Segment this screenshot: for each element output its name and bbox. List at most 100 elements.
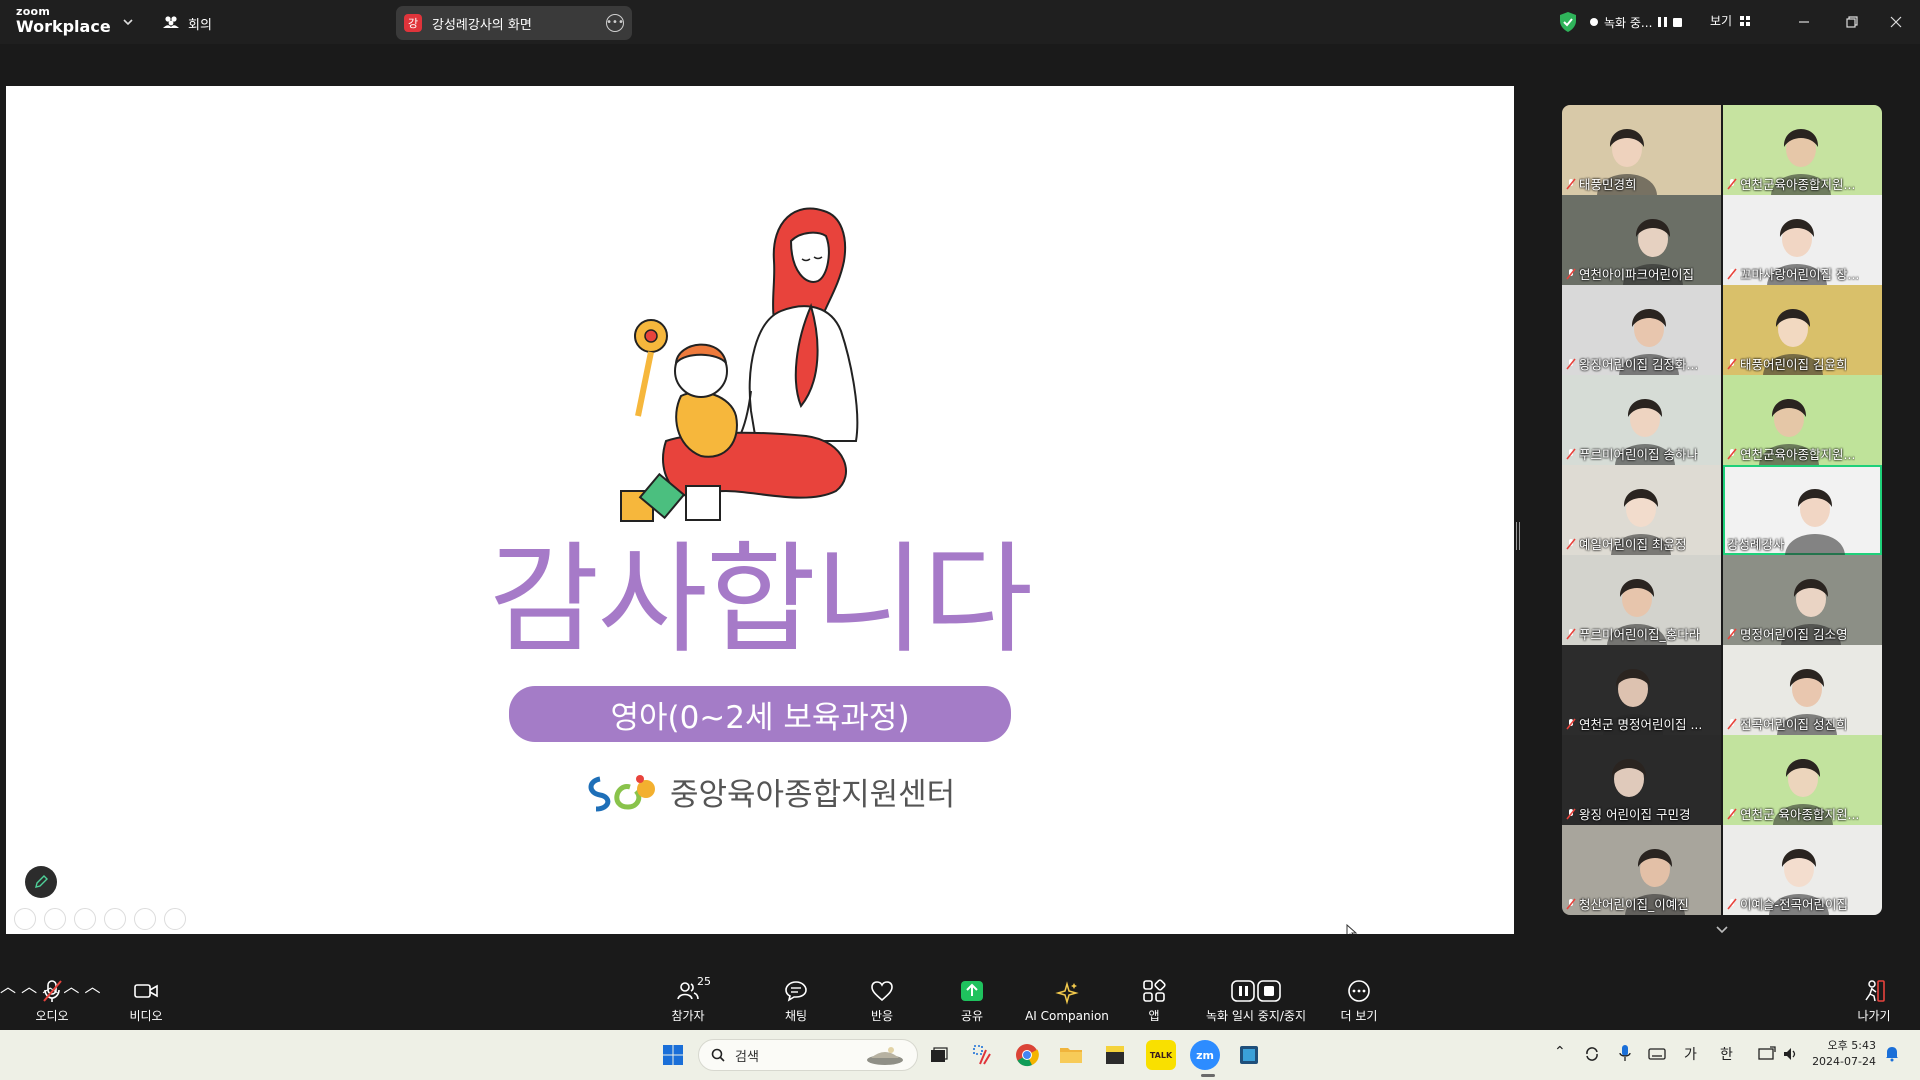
- mic-muted-icon: [1566, 898, 1576, 909]
- system-clock[interactable]: 오후 5:43 2024-07-24: [1802, 1038, 1876, 1070]
- pause-icon[interactable]: [1658, 17, 1668, 27]
- clock-date: 2024-07-24: [1812, 1055, 1876, 1068]
- view-label: 보기: [1710, 14, 1733, 28]
- next-slide-icon[interactable]: [44, 908, 66, 930]
- restore-icon[interactable]: [1842, 12, 1862, 32]
- participant-name-text: 푸르미어린이집 송하나: [1579, 447, 1698, 462]
- mic-muted-icon: [1727, 898, 1737, 909]
- participant-tile[interactable]: 강성례강사: [1723, 465, 1882, 555]
- panel-resize-handle[interactable]: [1516, 522, 1520, 550]
- participants-button[interactable]: 25 참가자: [664, 973, 712, 1030]
- chrome-button[interactable]: [1012, 1040, 1042, 1070]
- task-view-button[interactable]: [924, 1040, 954, 1070]
- share-title: 강성례강사의 화면: [432, 17, 532, 33]
- participant-tile[interactable]: 전곡어린이집 성진희: [1723, 645, 1882, 735]
- participant-tile[interactable]: 푸르미어린이집 송하나: [1562, 375, 1721, 465]
- apps-button[interactable]: 앱: [1132, 973, 1176, 1030]
- participant-name: 청산어린이집_이예진: [1566, 894, 1717, 913]
- keyboard-icon[interactable]: [1648, 1047, 1666, 1061]
- close-icon[interactable]: [1886, 12, 1906, 32]
- brand-bottom: Workplace: [16, 17, 111, 36]
- participant-tile[interactable]: 연천군육아종합지원...: [1723, 375, 1882, 465]
- zoom-app-button[interactable]: zm: [1190, 1040, 1220, 1070]
- sticky-notes-button[interactable]: [1100, 1040, 1130, 1070]
- mic-muted-icon: [1566, 448, 1576, 459]
- stop-icon[interactable]: [1673, 17, 1683, 27]
- participant-tile[interactable]: 푸르미어린이집_홍다라: [1562, 555, 1721, 645]
- mic-muted-icon: [1566, 538, 1576, 549]
- reactions-options-chevron[interactable]: ︿: [84, 977, 100, 996]
- chat-button[interactable]: 채팅: [774, 973, 818, 1030]
- pause-stop-icon: [1231, 980, 1281, 1002]
- meeting-info-button[interactable]: 회의: [162, 12, 212, 34]
- draw-icon[interactable]: [74, 908, 96, 930]
- video-button[interactable]: 비디오: [124, 973, 168, 1030]
- title-bar: zoom Workplace 회의 강 강성례강사의 화면 ••• 녹화 중..…: [0, 0, 1920, 44]
- view-button[interactable]: 보기: [1710, 12, 1751, 29]
- shield-check-icon[interactable]: [1558, 11, 1578, 33]
- zoom-active-indicator: [1201, 1074, 1215, 1077]
- recording-control-label: 녹화 일시 중지/중지: [1206, 1009, 1306, 1023]
- participant-tile[interactable]: 이예슬-전곡어린이집: [1723, 825, 1882, 915]
- zoom-icon[interactable]: [134, 908, 156, 930]
- start-button[interactable]: [658, 1040, 688, 1070]
- more-button[interactable]: 더 보기: [1336, 973, 1382, 1030]
- participant-tile[interactable]: 왕징어린이집 김정화...: [1562, 285, 1721, 375]
- participant-name: 강성례강사: [1727, 534, 1878, 553]
- participant-name: 꼬마사랑어린이집 장...: [1727, 264, 1878, 283]
- sync-icon[interactable]: [1584, 1046, 1600, 1062]
- audio-button[interactable]: 오디오: [30, 973, 74, 1030]
- kakaotalk-button[interactable]: TALK: [1146, 1040, 1176, 1070]
- audio-options-chevron[interactable]: ︿: [0, 977, 16, 996]
- terminal-app-button[interactable]: [1234, 1040, 1264, 1070]
- participant-tile[interactable]: 꼬마사랑어린이집 장...: [1723, 195, 1882, 285]
- participant-tile[interactable]: 연천군 명정어린이집 ...: [1562, 645, 1721, 735]
- participant-tile[interactable]: 청산어린이집_이예진: [1562, 825, 1721, 915]
- snipping-tool-button[interactable]: [968, 1040, 998, 1070]
- org-name: 중앙육아종합지원센터: [670, 776, 956, 813]
- menu-icon[interactable]: [164, 908, 186, 930]
- ime-mode[interactable]: 한: [1720, 1044, 1733, 1064]
- prev-slide-icon[interactable]: [14, 908, 36, 930]
- chevron-down-icon[interactable]: [1714, 923, 1730, 937]
- notification-bell-icon[interactable]: [1884, 1044, 1900, 1062]
- snip-icon: [973, 1045, 991, 1065]
- network-icon[interactable]: [1758, 1046, 1776, 1062]
- volume-icon[interactable]: [1782, 1046, 1798, 1062]
- brand-top: zoom: [16, 5, 51, 18]
- copy-icon[interactable]: [104, 908, 126, 930]
- participant-tile[interactable]: 왕징 어린이집 구민경: [1562, 735, 1721, 825]
- chevron-down-icon[interactable]: [120, 14, 136, 30]
- participant-tile[interactable]: 연천군 육아종합지원...: [1723, 735, 1882, 825]
- participant-tile[interactable]: 연천군육아종합지원...: [1723, 105, 1882, 195]
- apps-icon: [1143, 979, 1166, 1002]
- file-explorer-button[interactable]: [1056, 1040, 1086, 1070]
- minimize-icon[interactable]: [1794, 12, 1814, 32]
- kakaotalk-label: TALK: [1149, 1050, 1173, 1060]
- reactions-button[interactable]: 반응: [860, 973, 904, 1030]
- participant-tile[interactable]: 태풍어린이집 김윤희: [1723, 285, 1882, 375]
- recording-control-button[interactable]: 녹화 일시 중지/중지: [1198, 973, 1314, 1030]
- more-options-icon[interactable]: •••: [606, 14, 624, 32]
- ai-companion-button[interactable]: AI Companion: [1024, 973, 1110, 1030]
- participant-tile[interactable]: 연천아이파크어린이집: [1562, 195, 1721, 285]
- people-icon: [163, 16, 179, 28]
- tray-chevron-icon[interactable]: ⌃: [1554, 1044, 1566, 1060]
- chat-icon: [785, 981, 807, 1002]
- recording-indicator[interactable]: 녹화 중...: [1590, 13, 1683, 31]
- participant-tile[interactable]: 태풍민경희: [1562, 105, 1721, 195]
- microphone-tray-icon[interactable]: [1618, 1044, 1632, 1064]
- share-button[interactable]: 공유: [950, 973, 994, 1030]
- participant-tile[interactable]: 예일어린이집 최윤정: [1562, 465, 1721, 555]
- screen-share-indicator[interactable]: 강 강성례강사의 화면 •••: [396, 6, 632, 40]
- taskbar-search[interactable]: 검색: [698, 1039, 918, 1071]
- mic-muted-icon: [1727, 268, 1737, 279]
- audio-label: 오디오: [35, 1009, 69, 1023]
- ime-language[interactable]: 가: [1684, 1044, 1697, 1064]
- leave-button[interactable]: 나가기: [1852, 973, 1896, 1030]
- participant-name: 연천아이파크어린이집: [1566, 264, 1717, 283]
- mic-muted-icon: [1727, 358, 1737, 369]
- heart-icon: [871, 981, 893, 1002]
- annotate-button[interactable]: [25, 866, 57, 898]
- participant-tile[interactable]: 명정어린이집 김소영: [1723, 555, 1882, 645]
